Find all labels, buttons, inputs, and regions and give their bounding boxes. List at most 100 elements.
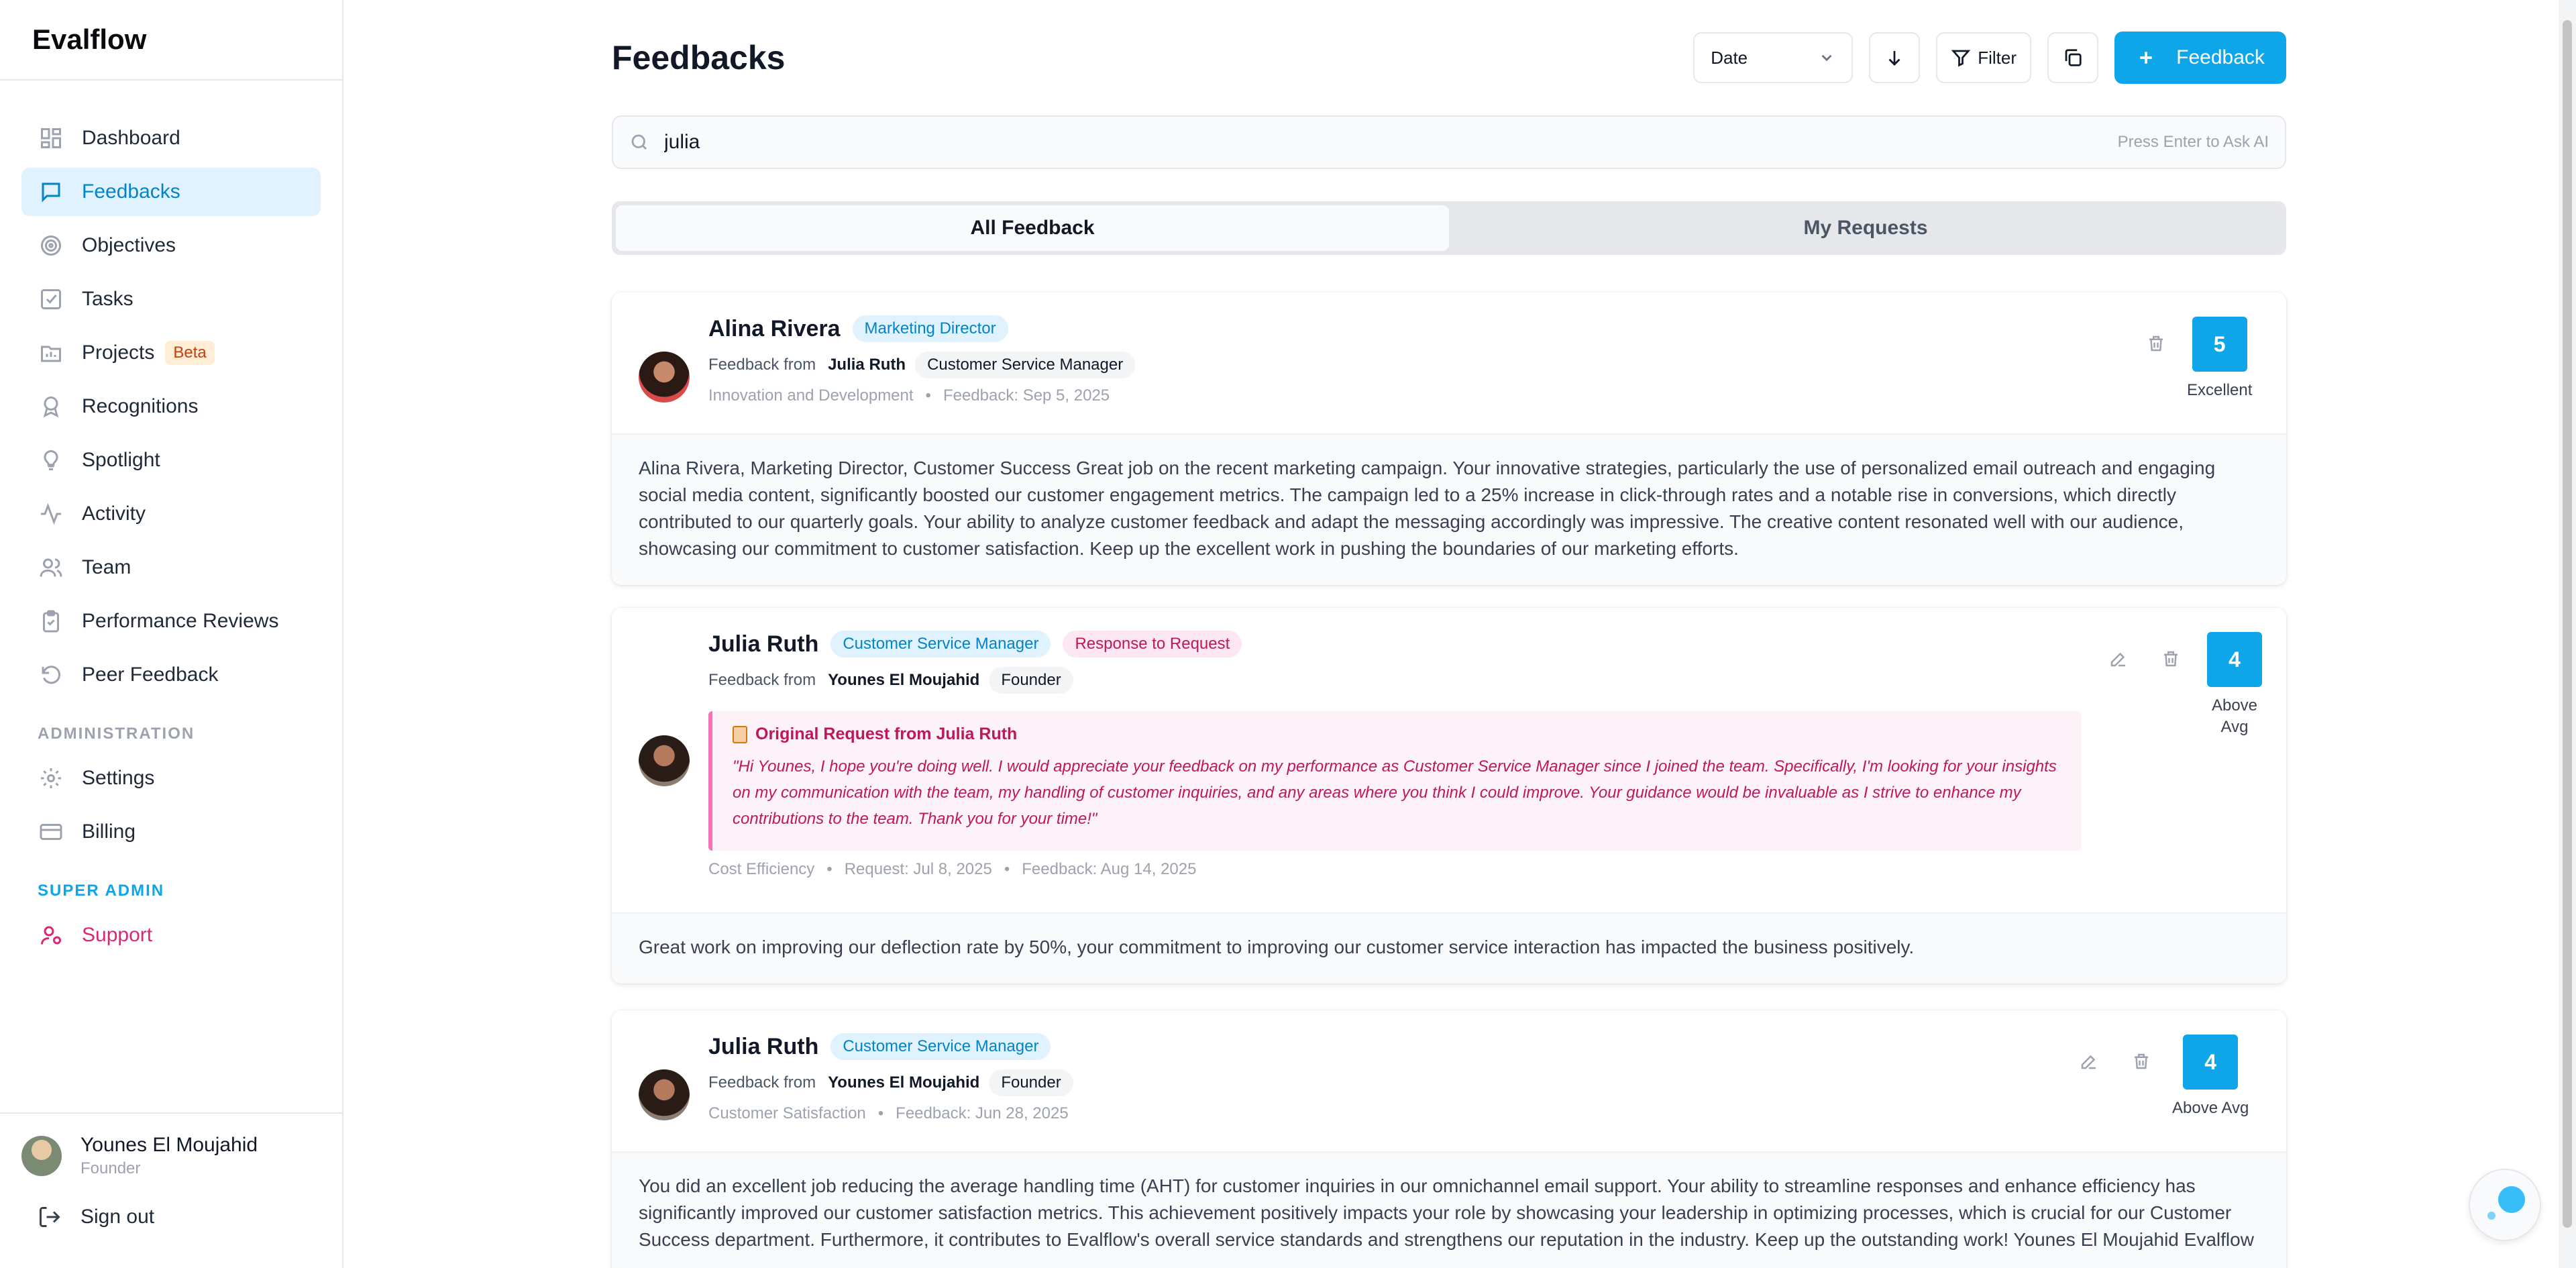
ai-assistant-button[interactable] (2469, 1169, 2541, 1241)
search-input[interactable] (664, 131, 2118, 154)
sidebar-item-label: Activity (82, 503, 146, 525)
request-date: Request: Jul 8, 2025 (844, 860, 992, 878)
author-role-badge: Founder (989, 667, 1073, 694)
filter-icon (1951, 50, 1971, 67)
response-badge: Response to Request (1063, 631, 1242, 657)
sidebar-item-activity[interactable]: Activity (21, 490, 321, 538)
feedback-body: You did an excellent job reducing the av… (612, 1151, 2286, 1268)
sidebar-nav: Dashboard Feedbacks Objectives Tasks Pro… (0, 81, 342, 959)
role-badge: Customer Service Manager (830, 631, 1051, 657)
separator-dot: • (877, 1104, 884, 1122)
chevron-down-icon (1821, 54, 1832, 62)
clipboard-icon (38, 608, 64, 635)
user-profile[interactable]: Younes El Moujahid Founder (21, 1134, 321, 1178)
sidebar-item-settings[interactable]: Settings (21, 754, 321, 802)
copy-icon (2065, 49, 2082, 66)
author-name: Julia Ruth (828, 356, 906, 374)
tab-all-feedback[interactable]: All Feedback (616, 205, 1449, 251)
sidebar-item-team[interactable]: Team (21, 543, 321, 592)
sidebar-item-label: Projects (82, 341, 155, 364)
sidebar-item-label: Team (82, 556, 131, 578)
add-feedback-label: Feedback (2176, 46, 2265, 68)
sidebar-item-label: Tasks (82, 288, 133, 310)
tab-my-requests[interactable]: My Requests (1449, 205, 2282, 251)
sidebar: Evalflow Dashboard Feedbacks Objectives … (0, 0, 343, 1268)
feedback-tabs: All Feedback My Requests (612, 201, 2286, 255)
sidebar-item-spotlight[interactable]: Spotlight (21, 436, 321, 484)
avatar (639, 735, 690, 786)
activity-icon (38, 500, 64, 527)
sort-direction-button[interactable] (1869, 32, 1921, 83)
trash-icon (2135, 1053, 2148, 1069)
sign-out-button[interactable]: Sign out (21, 1205, 321, 1229)
folder-chart-icon (38, 339, 64, 366)
avatar (639, 1069, 690, 1120)
delete-button[interactable] (2143, 330, 2169, 357)
score-block: 4 Above Avg (2204, 632, 2265, 738)
main-content: Feedbacks Date Filter Feedback julia Pre… (612, 0, 2286, 1268)
category-label: Cost Efficiency (708, 860, 815, 878)
add-feedback-button[interactable]: Feedback (2114, 32, 2286, 84)
sidebar-item-label: Objectives (82, 234, 176, 256)
sidebar-item-billing[interactable]: Billing (21, 808, 321, 856)
sidebar-item-label: Performance Reviews (82, 610, 279, 632)
assistant-dot (2487, 1212, 2496, 1220)
lightbulb-icon (38, 447, 64, 474)
separator-dot: • (826, 860, 833, 878)
sidebar-item-label: Spotlight (82, 449, 160, 471)
search-icon (631, 134, 647, 150)
author-name: Younes El Moujahid (828, 671, 980, 689)
page-scrollbar[interactable] (2559, 0, 2576, 1268)
sidebar-item-label: Peer Feedback (82, 664, 219, 686)
avatar (21, 1136, 62, 1176)
from-label: Feedback from (708, 671, 816, 689)
sidebar-item-dashboard[interactable]: Dashboard (21, 114, 321, 162)
checkbox-icon (38, 286, 64, 313)
sidebar-item-recognitions[interactable]: Recognitions (21, 382, 321, 431)
plus-icon (2140, 52, 2152, 64)
delete-button[interactable] (2157, 645, 2184, 672)
sidebar-item-label: Recognitions (82, 395, 199, 417)
sidebar-item-peer-feedback[interactable]: Peer Feedback (21, 651, 321, 699)
sidebar-item-performance-reviews[interactable]: Performance Reviews (21, 597, 321, 645)
score-badge: 5 (2192, 317, 2247, 372)
recipient-name[interactable]: Alina Rivera (708, 316, 841, 342)
filter-button[interactable]: Filter (1936, 32, 2031, 83)
edit-icon (2081, 1055, 2096, 1069)
recipient-name[interactable]: Julia Ruth (708, 1034, 818, 1060)
sidebar-item-feedbacks[interactable]: Feedbacks (21, 168, 321, 216)
trash-icon (2164, 651, 2178, 667)
refresh-icon (38, 662, 64, 688)
credit-card-icon (38, 818, 64, 845)
sidebar-item-label: Feedbacks (82, 180, 180, 203)
delete-button[interactable] (2128, 1048, 2155, 1075)
sidebar-item-objectives[interactable]: Objectives (21, 221, 321, 270)
score-block: 4 Above Avg (2172, 1035, 2249, 1119)
message-icon (38, 178, 64, 205)
feedback-card: Julia Ruth Customer Service Manager Resp… (612, 608, 2286, 984)
sidebar-item-label: Dashboard (82, 127, 180, 149)
sidebar-item-projects[interactable]: Projects Beta (21, 329, 321, 377)
sidebar-item-tasks[interactable]: Tasks (21, 275, 321, 323)
sidebar-item-support[interactable]: Support (21, 911, 321, 959)
from-label: Feedback from (708, 356, 816, 374)
app-logo[interactable]: Evalflow (0, 0, 342, 81)
header-toolbar: Date Filter Feedback (1693, 32, 2286, 84)
super-admin-section-label: SUPER ADMIN (38, 882, 165, 900)
score-badge: 4 (2207, 632, 2262, 687)
award-icon (38, 393, 64, 420)
original-request: Original Request from Julia Ruth "Hi You… (708, 711, 2081, 851)
score-label: Above Avg (2172, 1099, 2249, 1117)
sort-select[interactable]: Date (1693, 32, 1854, 83)
recipient-name[interactable]: Julia Ruth (708, 631, 818, 657)
scrollbar-thumb[interactable] (2563, 20, 2572, 1228)
author-name: Younes El Moujahid (828, 1073, 980, 1092)
separator-dot: • (1004, 860, 1010, 878)
sign-out-icon (40, 1207, 60, 1227)
edit-button[interactable] (2105, 645, 2132, 672)
feedback-body: Alina Rivera, Marketing Director, Custom… (612, 433, 2286, 585)
sidebar-item-label: Support (82, 924, 153, 946)
copy-button[interactable] (2047, 32, 2098, 83)
edit-button[interactable] (2076, 1048, 2102, 1075)
score-block: 5 Excellent (2187, 317, 2252, 401)
